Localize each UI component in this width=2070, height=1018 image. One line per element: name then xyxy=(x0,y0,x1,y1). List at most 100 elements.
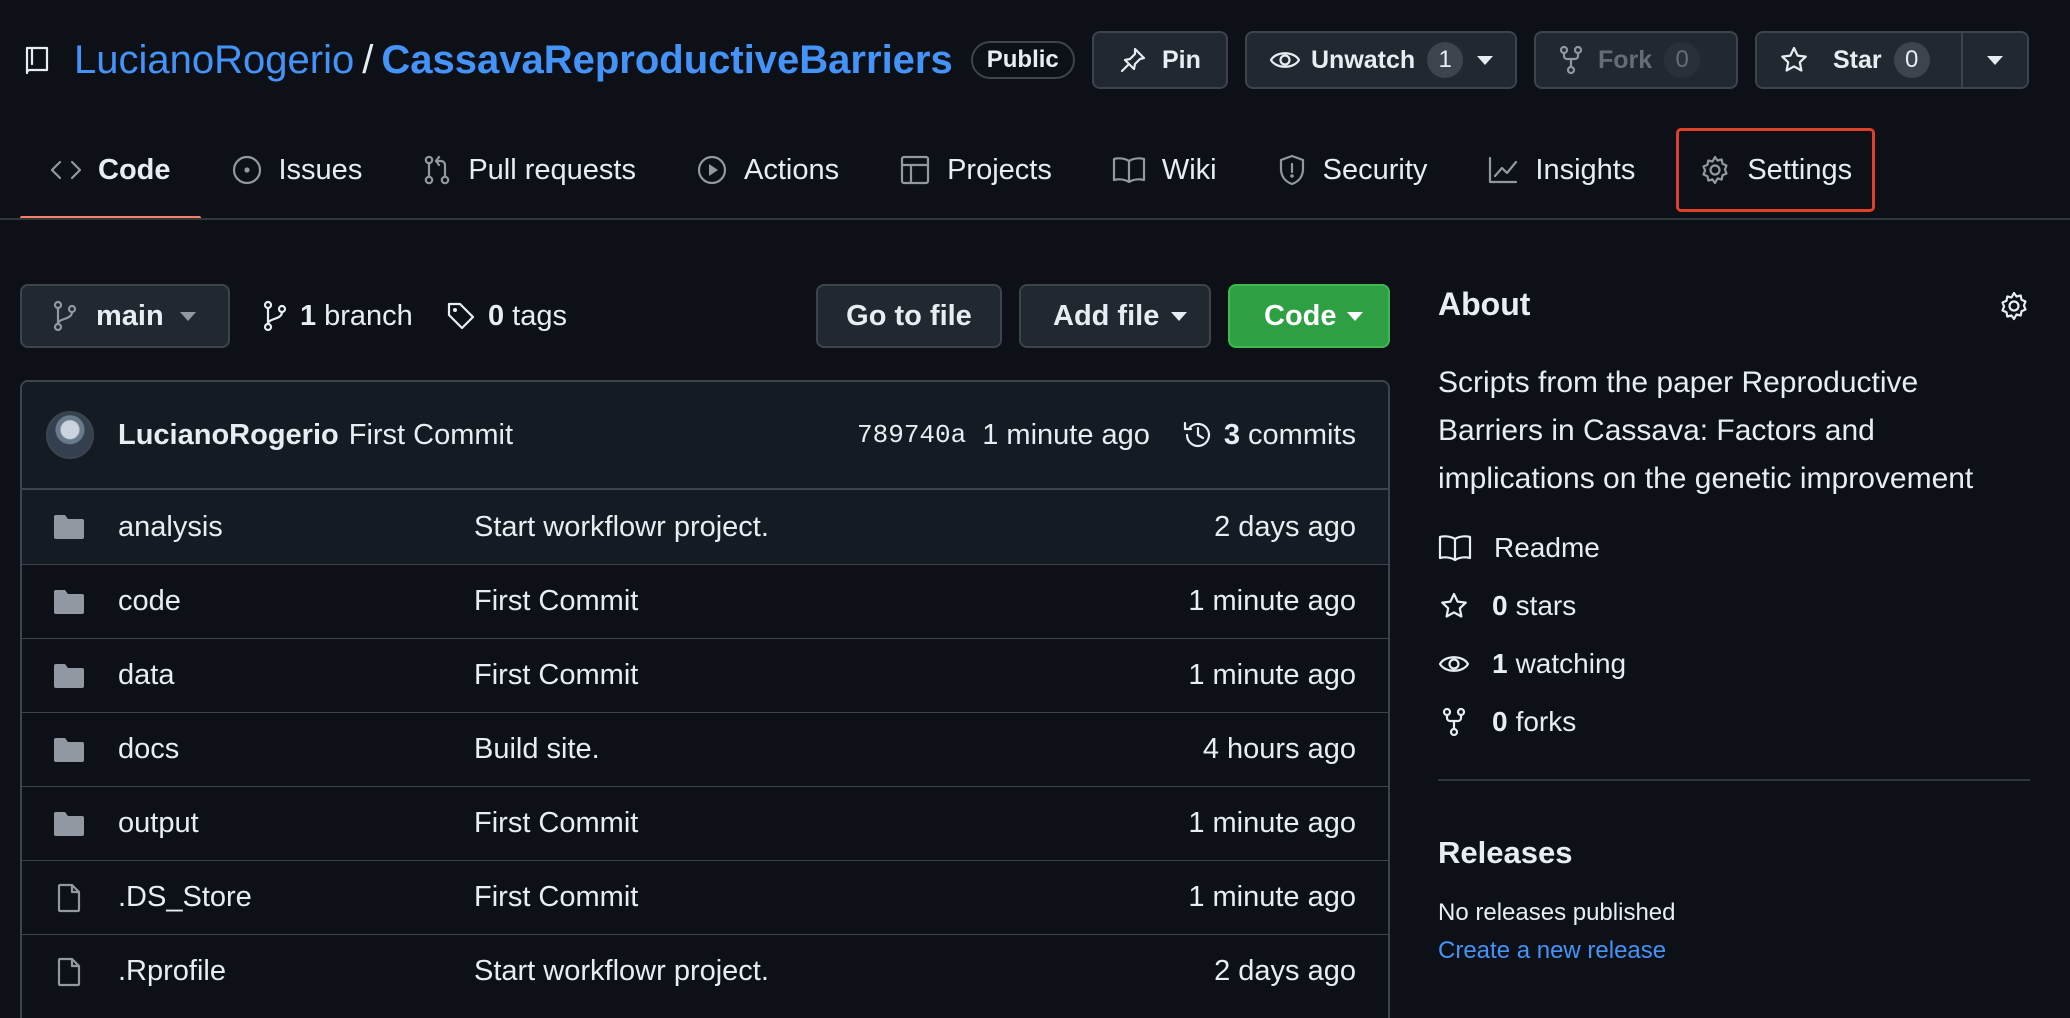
file-commit-message-link[interactable]: Start workflowr project. xyxy=(474,955,769,988)
add-file-button[interactable]: Add file xyxy=(1019,284,1211,348)
tab-label: Insights xyxy=(1535,153,1636,186)
tab-label: Code xyxy=(98,153,171,186)
commit-history-link[interactable]: 3 commits xyxy=(1182,419,1356,452)
branch-icon xyxy=(262,300,288,332)
watching-link[interactable]: 1 watching xyxy=(1438,635,2030,693)
file-commit-message-link[interactable]: Start workflowr project. xyxy=(474,511,769,544)
readme-label: Readme xyxy=(1494,532,1600,563)
table-icon xyxy=(899,154,947,186)
folder-icon xyxy=(52,810,86,838)
file-commit-date: 1 minute ago xyxy=(1188,807,1356,839)
file-browser: LucianoRogerio First Commit 789740a 1 mi… xyxy=(20,380,1390,1018)
chevron-down-icon xyxy=(179,311,196,321)
repo-name-link[interactable]: CassavaReproductiveBarriers xyxy=(381,38,952,83)
tab-wiki[interactable]: Wiki xyxy=(1082,136,1247,204)
table-row[interactable]: output First Commit 1 minute ago xyxy=(22,786,1388,860)
repo-nav-tabs: Code Issues Pull requests Actions Projec… xyxy=(20,128,1876,220)
file-commit-message-link[interactable]: First Commit xyxy=(474,881,638,914)
table-row[interactable]: .Rprofile Start workflowr project. 2 days … xyxy=(22,934,1388,1008)
tab-pull-requests[interactable]: Pull requests xyxy=(392,136,666,204)
watching-count: 1 xyxy=(1492,648,1508,679)
file-commit-message-link[interactable]: Build site. xyxy=(474,733,600,766)
book-icon xyxy=(1112,155,1162,185)
fork-label: Fork xyxy=(1598,45,1653,74)
pin-icon xyxy=(1118,45,1148,75)
file-commit-message-link[interactable]: First Commit xyxy=(474,585,638,618)
file-name-link[interactable]: docs xyxy=(118,733,179,766)
forks-link[interactable]: 0 forks xyxy=(1438,693,2030,751)
readme-link[interactable]: Readme xyxy=(1438,519,2030,577)
branch-name: main xyxy=(96,299,164,332)
folder-icon xyxy=(52,513,86,541)
tab-label: Settings xyxy=(1747,153,1853,186)
commit-time: 1 minute ago xyxy=(982,418,1150,451)
branches-link[interactable]: 1 branch xyxy=(262,284,413,348)
play-icon xyxy=(696,154,744,186)
repo-owner-link[interactable]: LucianoRogerio xyxy=(74,38,354,83)
table-row[interactable]: docs Build site. 4 hours ago xyxy=(22,712,1388,786)
watch-counter: 1 xyxy=(1427,42,1464,78)
stars-count: 0 xyxy=(1492,590,1508,621)
file-commit-message-link[interactable]: First Commit xyxy=(474,659,638,692)
stars-link[interactable]: 0 stars xyxy=(1438,577,2030,635)
releases-heading[interactable]: Releases xyxy=(1438,835,2030,871)
tag-icon xyxy=(446,301,476,331)
tab-actions[interactable]: Actions xyxy=(666,136,869,204)
file-name-link[interactable]: data xyxy=(118,659,174,692)
tab-code[interactable]: Code xyxy=(20,136,201,220)
gear-icon[interactable] xyxy=(1998,290,2030,322)
code-button-label: Code xyxy=(1264,299,1337,332)
tags-link[interactable]: 0 tags xyxy=(446,284,567,348)
folder-icon xyxy=(52,662,86,690)
no-releases-text: No releases published xyxy=(1438,899,1676,926)
tab-insights[interactable]: Insights xyxy=(1457,136,1665,204)
pull-request-icon xyxy=(422,154,468,186)
visibility-badge: Public xyxy=(970,41,1075,79)
commit-count-label: commits xyxy=(1248,418,1356,451)
graph-icon xyxy=(1487,155,1535,185)
about-heading: About xyxy=(1438,286,1531,322)
gear-icon xyxy=(1699,154,1747,186)
branch-select-button[interactable]: main xyxy=(20,284,230,348)
unwatch-dropdown[interactable] xyxy=(1463,33,1515,87)
repo-path-separator: / xyxy=(362,37,374,82)
unwatch-button[interactable]: Unwatch 1 xyxy=(1245,31,1517,89)
commit-author-link[interactable]: LucianoRogerio xyxy=(118,419,339,452)
table-row[interactable]: .DS_Store First Commit 1 minute ago xyxy=(22,860,1388,934)
tab-security[interactable]: Security xyxy=(1247,136,1458,204)
tag-count-label: tags xyxy=(512,299,567,332)
go-to-file-button[interactable]: Go to file xyxy=(816,284,1002,348)
tab-issues[interactable]: Issues xyxy=(201,136,393,204)
file-name-link[interactable]: analysis xyxy=(118,511,223,544)
tab-projects[interactable]: Projects xyxy=(869,136,1082,204)
star-list-dropdown[interactable] xyxy=(1963,33,2027,87)
file-commit-date: 2 days ago xyxy=(1214,510,1356,543)
tab-settings[interactable]: Settings xyxy=(1676,128,1876,212)
eye-icon xyxy=(1269,45,1301,75)
fork-button[interactable]: Fork 0 xyxy=(1534,31,1738,89)
avatar[interactable] xyxy=(46,411,94,459)
commit-sha-link[interactable]: 789740a xyxy=(857,420,966,450)
file-name-link[interactable]: output xyxy=(118,807,199,840)
table-row[interactable]: analysis Start workflowr project. 2 days a… xyxy=(22,490,1388,564)
file-commit-message-link[interactable]: First Commit xyxy=(474,807,638,840)
table-row[interactable]: data First Commit 1 minute ago xyxy=(22,638,1388,712)
file-name-link[interactable]: code xyxy=(118,585,181,618)
pin-button[interactable]: Pin xyxy=(1092,31,1228,89)
issue-icon xyxy=(231,154,279,186)
code-icon xyxy=(50,156,98,184)
file-commit-date: 2 days ago xyxy=(1214,955,1356,987)
commit-message-link[interactable]: First Commit xyxy=(349,419,513,452)
tab-label: Wiki xyxy=(1161,153,1217,186)
history-icon xyxy=(1182,419,1214,451)
star-button[interactable]: Star 0 xyxy=(1755,31,2029,89)
create-release-link[interactable]: Create a new release xyxy=(1438,937,2030,965)
code-button[interactable]: Code xyxy=(1228,284,1390,348)
file-name-link[interactable]: .DS_Store xyxy=(118,881,252,914)
table-row[interactable]: code First Commit 1 minute ago xyxy=(22,564,1388,638)
tab-label: Security xyxy=(1322,153,1428,186)
file-icon xyxy=(52,883,86,913)
file-name-link[interactable]: .Rprofile xyxy=(118,955,226,988)
latest-commit-bar: LucianoRogerio First Commit 789740a 1 mi… xyxy=(22,382,1388,490)
shield-icon xyxy=(1277,154,1323,186)
